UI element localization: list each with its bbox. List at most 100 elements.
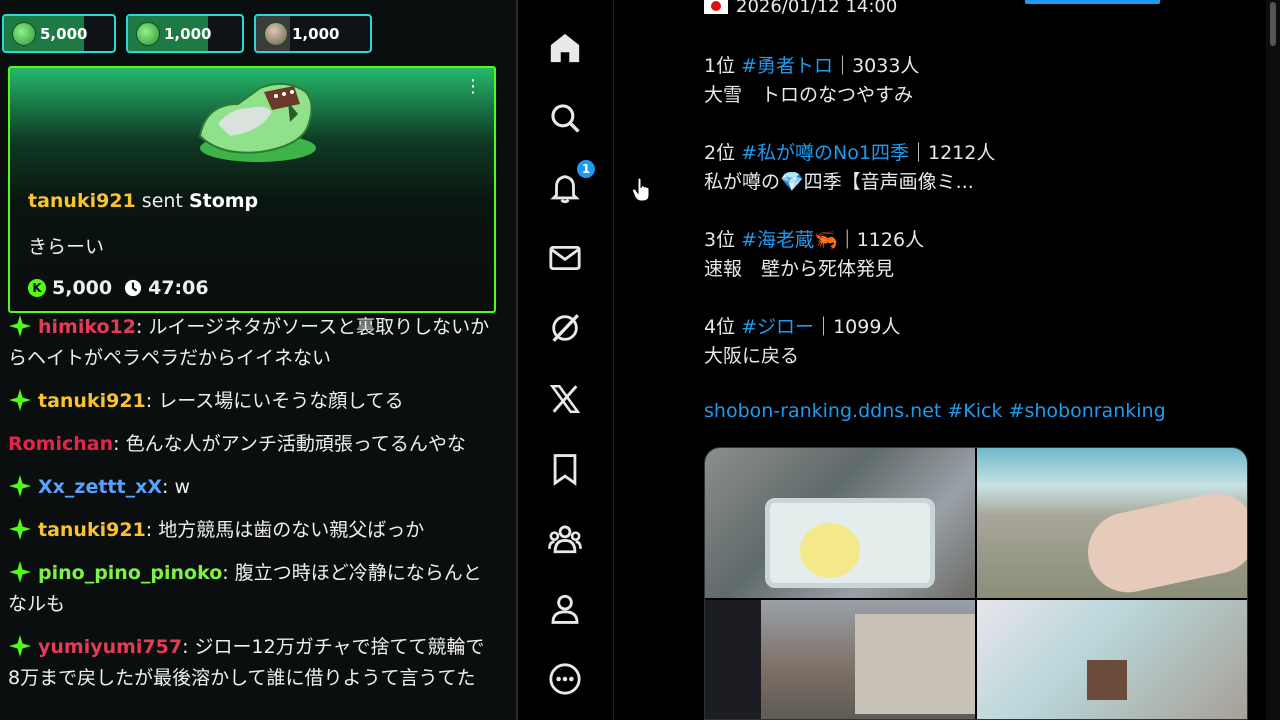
chat-message: Romichan: 色んな人がアンチ活動頑張ってるんやな <box>8 429 496 460</box>
gift-sender-line: tanuki921 sent Stomp <box>28 190 258 212</box>
gift-timer: 47:06 <box>148 277 209 299</box>
hashtag-link[interactable]: #ジロー <box>741 316 814 338</box>
nav-premium[interactable] <box>547 381 583 417</box>
nav-notifications[interactable]: 1 <box>547 158 597 206</box>
rank-number: 1位 <box>704 55 742 77</box>
sparkle-badge-icon <box>9 389 31 411</box>
chat-overlay-shape <box>705 600 761 719</box>
green-coin-icon <box>12 21 36 46</box>
scrollbar-thumb[interactable] <box>1270 2 1276 46</box>
nav-home[interactable] <box>547 30 583 66</box>
gift-meta: K 5,000 47:06 <box>28 277 209 299</box>
balance-amount: 5,000 <box>40 24 88 43</box>
media-thumb-4[interactable] <box>977 600 1247 719</box>
gift-message: きらーい <box>28 236 105 258</box>
media-thumb-1[interactable] <box>705 448 975 598</box>
avatar-coin-icon <box>264 21 288 46</box>
chat-message: yumiyumi757: ジロー12万ガチャで捨てて競輪で8万まで戻したが最後溶… <box>8 632 496 694</box>
nav-bookmarks[interactable] <box>547 451 583 487</box>
rank-description: 大阪に戻る <box>704 345 800 367</box>
post-links[interactable]: shobon-ranking.ddns.net #Kick #shobonran… <box>704 400 1166 422</box>
chat-text: : 地方競馬は歯のない親父ばっか <box>145 519 425 541</box>
chat-message: himiko12: ルイージネタがソースと裏取りしないからヘイトがペラペラだから… <box>8 312 496 374</box>
more-options-icon[interactable]: ⋮ <box>464 78 482 96</box>
chat-message-list: himiko12: ルイージネタがソースと裏取りしないからヘイトがペラペラだから… <box>8 312 496 706</box>
sparkle-badge-icon <box>9 635 31 657</box>
search-icon <box>551 104 580 133</box>
rank-description: 私が噂の💎四季【音声画像ミ... <box>704 171 974 193</box>
chat-username[interactable]: Xx_zettt_xX <box>38 476 162 498</box>
rank-number: 2位 <box>704 142 742 164</box>
gift-amount: 5,000 <box>52 277 113 299</box>
balance-amount: 1,000 <box>292 24 340 43</box>
stomp-shoe-icon <box>198 82 316 162</box>
kick-coin-icon: K <box>28 279 46 297</box>
chat-username[interactable]: Romichan <box>8 433 113 455</box>
rank-number: 3位 <box>704 229 742 251</box>
chat-message: tanuki921: 地方競馬は歯のない親父ばっか <box>8 515 496 546</box>
media-thumb-3[interactable] <box>705 600 975 719</box>
rank-count: ｜3033人 <box>833 55 920 77</box>
rank-item-2: 2位 #私が噂のNo1四季｜1212人 私が噂の💎四季【音声画像ミ... <box>704 139 995 197</box>
nav-communities[interactable] <box>547 521 583 557</box>
rank-count: ｜1099人 <box>814 316 901 338</box>
nav-messages[interactable] <box>547 240 583 276</box>
chat-username[interactable]: yumiyumi757 <box>38 636 182 658</box>
balance-pill-2[interactable]: 1,000 <box>126 14 244 53</box>
hashtag-link[interactable]: #私が噂のNo1四季 <box>741 142 909 164</box>
nav-explore[interactable] <box>547 100 583 136</box>
balance-bar: 5,000 1,000 1,000 <box>0 0 516 56</box>
communities-icon <box>548 525 582 554</box>
building-shape <box>855 614 975 714</box>
chat-text: : レース場にいそうな顔してる <box>145 390 404 412</box>
gift-card: ⋮ tanuki921 sent Stomp きらーい K 5,000 47:0… <box>8 66 496 313</box>
chat-username[interactable]: tanuki921 <box>38 519 146 541</box>
rank-item-4: 4位 #ジロー｜1099人 大阪に戻る <box>704 313 900 371</box>
notification-count-badge: 1 <box>575 158 597 180</box>
chat-text: : w <box>162 476 190 498</box>
x-logo-icon <box>549 384 581 414</box>
nav-grok[interactable] <box>547 310 583 346</box>
sparkle-badge-icon <box>9 561 31 583</box>
rank-description: 速報 壁から死体発見 <box>704 258 895 280</box>
sparkle-badge-icon <box>9 518 31 540</box>
balance-pill-3[interactable]: 1,000 <box>254 14 372 53</box>
yellow-ball-shape <box>800 523 860 578</box>
chat-username[interactable]: tanuki921 <box>38 390 146 412</box>
gift-sender[interactable]: tanuki921 <box>28 190 136 212</box>
more-icon <box>549 663 581 695</box>
japan-flag-icon <box>704 0 728 14</box>
chat-username[interactable]: himiko12 <box>38 316 136 338</box>
chat-message: tanuki921: レース場にいそうな顔してる <box>8 386 496 417</box>
active-tab-indicator <box>1025 0 1160 4</box>
profile-icon <box>551 594 579 624</box>
mail-icon <box>549 245 581 271</box>
rank-item-1: 1位 #勇者トロ｜3033人 大雪 トロのなつやすみ <box>704 52 919 110</box>
rank-count: ｜1212人 <box>909 142 996 164</box>
rank-description: 大雪 トロのなつやすみ <box>704 84 914 106</box>
grok-icon <box>552 314 579 342</box>
chat-message: pino_pino_pinoko: 腹立つ時ほど冷静にならんとなルも <box>8 558 496 620</box>
hashtag-link[interactable]: #勇者トロ <box>741 55 833 77</box>
chat-text: : 色んな人がアンチ活動頑張ってるんやな <box>113 433 466 455</box>
home-icon <box>550 33 580 63</box>
hashtag-link[interactable]: #海老蔵🦐 <box>741 229 838 251</box>
nav-more[interactable] <box>547 661 583 697</box>
x-nav-rail: 1 <box>518 0 614 720</box>
green-coin-icon <box>136 21 160 46</box>
scrollbar[interactable] <box>1266 0 1280 720</box>
sparkle-badge-icon <box>9 315 31 337</box>
hand-cursor-icon <box>632 178 650 202</box>
chat-panel: 5,000 1,000 1,000 ⋮ tanuki921 sent Stomp… <box>0 0 516 720</box>
balance-amount: 1,000 <box>164 24 212 43</box>
media-thumb-2[interactable] <box>977 448 1247 598</box>
person-shape <box>1080 486 1247 598</box>
post-media-grid[interactable] <box>704 447 1248 720</box>
balance-pill-1[interactable]: 5,000 <box>2 14 116 53</box>
clock-icon <box>125 279 142 297</box>
gift-sent-text: sent <box>135 190 189 212</box>
rank-item-3: 3位 #海老蔵🦐｜1126人 速報 壁から死体発見 <box>704 226 924 284</box>
rank-number: 4位 <box>704 316 742 338</box>
nav-profile[interactable] <box>547 591 583 627</box>
chat-username[interactable]: pino_pino_pinoko <box>38 562 222 584</box>
